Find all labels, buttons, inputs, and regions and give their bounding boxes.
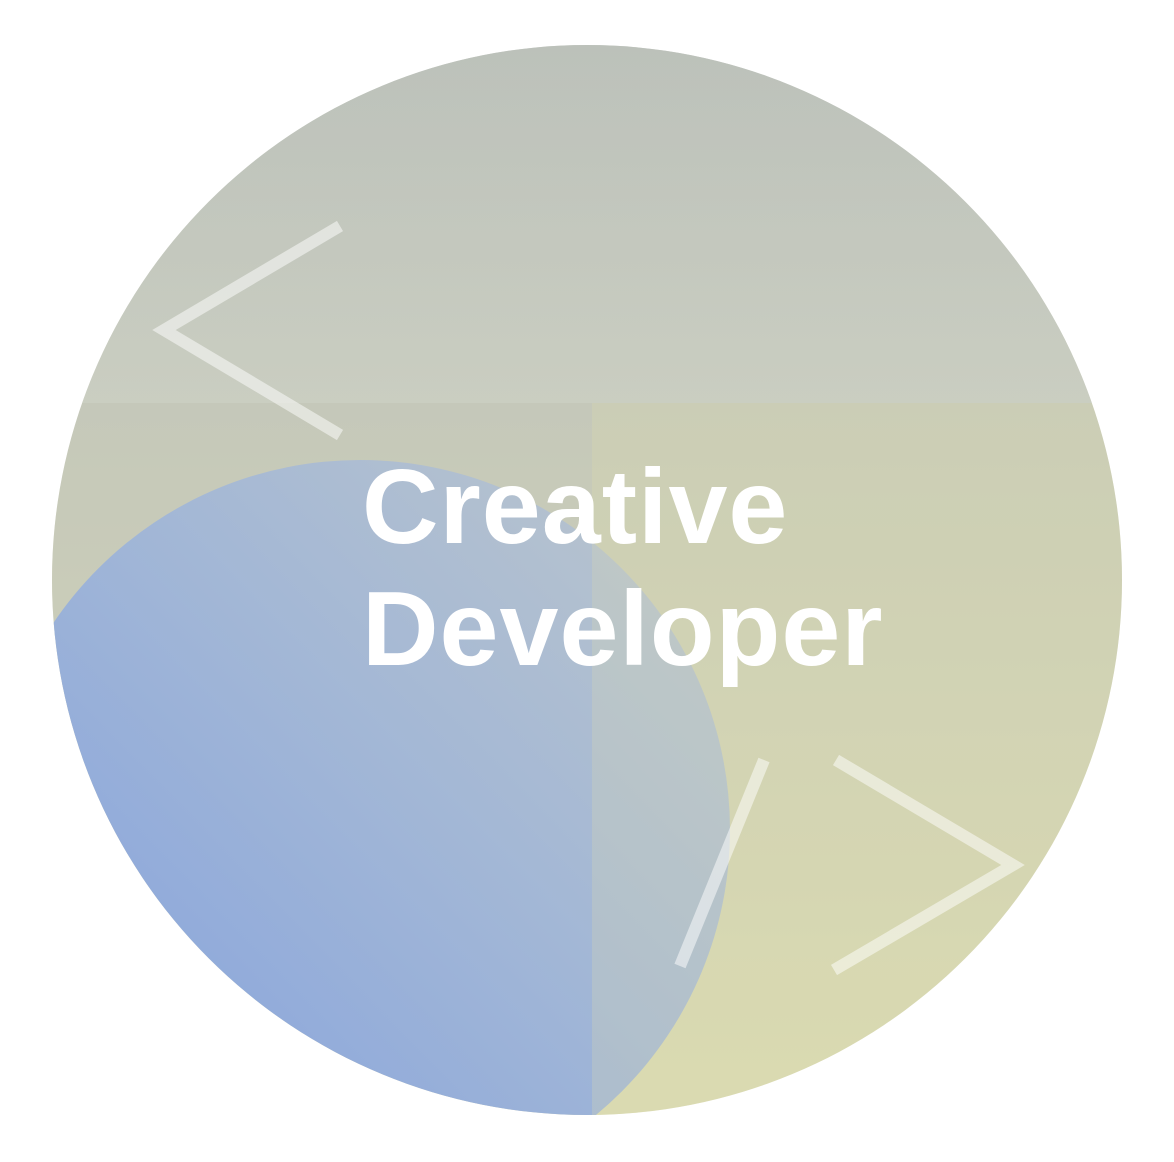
- headline: Creative Developer: [362, 446, 884, 690]
- headline-line-1: Creative: [362, 448, 789, 566]
- creative-developer-logo: Creative Developer: [0, 0, 1174, 1162]
- headline-line-2: Developer: [362, 570, 884, 688]
